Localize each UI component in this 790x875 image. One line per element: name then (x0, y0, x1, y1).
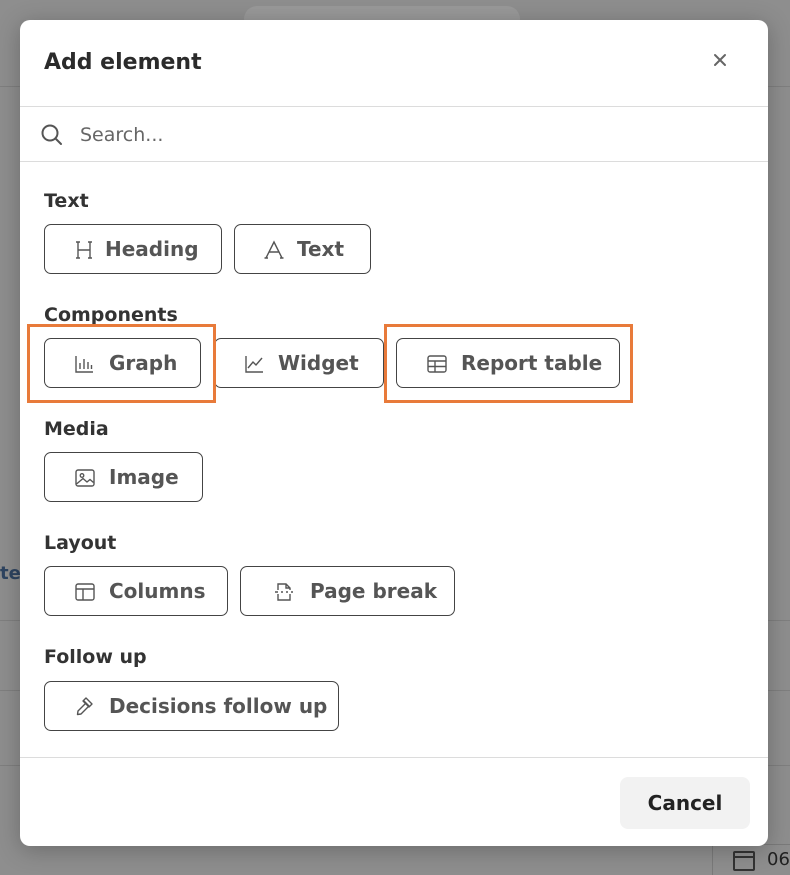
widget-label: Widget (278, 351, 359, 375)
search-input[interactable] (78, 119, 722, 151)
search-icon (41, 124, 62, 145)
calendar-icon (733, 851, 755, 871)
dialog-header: Add element (20, 20, 768, 107)
page-break-label: Page break (310, 579, 438, 603)
search-bar (20, 107, 768, 162)
dialog-title: Add element (44, 50, 202, 75)
heading-icon (76, 241, 92, 259)
columns-icon (75, 583, 95, 601)
line-chart-icon (245, 356, 263, 373)
cancel-button[interactable]: Cancel (620, 777, 750, 829)
text-icon (264, 240, 284, 259)
close-button[interactable] (708, 48, 732, 72)
background-date-text: 06 (767, 849, 790, 870)
section-label-follow-up: Follow up (44, 646, 147, 668)
section-label-text: Text (44, 190, 89, 212)
text-label: Text (297, 237, 345, 261)
image-label: Image (109, 465, 179, 489)
heading-element-button[interactable]: Heading (44, 224, 222, 274)
dialog-footer: Cancel (20, 757, 768, 846)
background-date-field: 06 (712, 844, 790, 875)
section-label-components: Components (44, 304, 178, 326)
widget-element-button[interactable]: Widget (214, 338, 384, 388)
close-icon (714, 54, 726, 66)
text-element-button[interactable]: Text (234, 224, 371, 274)
heading-label: Heading (105, 237, 199, 261)
decisions-follow-up-label: Decisions follow up (109, 694, 328, 718)
section-label-media: Media (44, 418, 109, 440)
gavel-icon (76, 697, 93, 716)
decisions-follow-up-element-button[interactable]: Decisions follow up (44, 681, 339, 731)
columns-element-button[interactable]: Columns (44, 566, 228, 616)
page-break-icon (275, 583, 293, 601)
add-element-dialog: Add element Text Heading Text Components (20, 20, 768, 846)
graph-highlight-box (27, 324, 216, 403)
image-element-button[interactable]: Image (44, 452, 203, 502)
background-text: te (0, 563, 21, 584)
report-table-highlight-box (384, 324, 633, 403)
image-icon (75, 469, 95, 487)
page-break-element-button[interactable]: Page break (240, 566, 455, 616)
columns-label: Columns (109, 579, 206, 603)
section-label-layout: Layout (44, 532, 117, 554)
